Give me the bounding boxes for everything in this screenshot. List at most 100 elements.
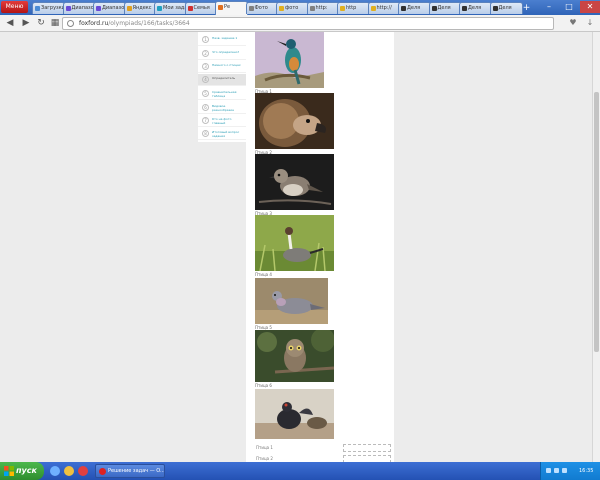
tab-favicon: [279, 6, 284, 11]
sidebar-task-1[interactable]: 1 Назв. задание 1: [198, 34, 246, 46]
tab-favicon: [431, 6, 437, 11]
tab-11[interactable]: http: [337, 2, 370, 14]
answer-label-1: Птица 1: [256, 445, 273, 450]
tab-1[interactable]: Загрузки: [32, 2, 65, 14]
tab-label: Деля: [407, 5, 421, 11]
tab-7[interactable]: Ре: [215, 1, 248, 15]
tab-favicon: [309, 6, 315, 11]
forward-icon[interactable]: ▶: [20, 17, 32, 29]
browser-window: Меню Загрузки Диапазон Диапазон Яндекс Мои з…: [0, 0, 600, 480]
speed-dial-icon[interactable]: ▦: [49, 17, 61, 29]
bird-photo-5: Птица 5: [255, 278, 328, 330]
tab-favicon: [96, 6, 101, 11]
new-tab-button[interactable]: +: [521, 3, 532, 13]
reload-icon[interactable]: ↻: [35, 17, 47, 29]
sidebar-task-6[interactable]: 6 Видовое разнообразие: [198, 102, 246, 114]
answer-input-1[interactable]: [343, 444, 391, 452]
ie-icon[interactable]: [50, 466, 60, 476]
tab-label: Загрузки: [41, 5, 65, 11]
maximize-icon[interactable]: □: [560, 1, 578, 13]
clock: 16:35: [579, 468, 594, 474]
taskbar-window-label: Решение задач — O...: [108, 468, 165, 474]
tab-label: http:: [315, 5, 328, 11]
tab-label: Деля: [498, 5, 512, 11]
opera-icon[interactable]: [78, 466, 88, 476]
tab-favicon: [462, 6, 467, 11]
bird-photo-1: Птица 1: [255, 32, 324, 94]
bird-photo-3: Птица 3: [255, 154, 334, 216]
tab-13[interactable]: Деля: [398, 2, 431, 14]
heart-icon[interactable]: ♥: [567, 17, 579, 29]
opera-menu-button[interactable]: Меню: [1, 1, 28, 13]
start-label: пуск: [16, 466, 37, 475]
tab-favicon: [126, 6, 132, 11]
tab-8[interactable]: Фото: [245, 2, 279, 14]
network-icon[interactable]: [546, 468, 551, 473]
windows-logo-icon: [4, 466, 14, 476]
tab-label: Яндекс: [132, 5, 152, 11]
system-tray: 16:35: [540, 462, 600, 480]
tab-favicon: [187, 6, 193, 11]
task-label: Немного о птицах: [212, 63, 241, 67]
tab-label: Диапазон: [71, 5, 96, 11]
navigation-bar: ◀ ▶ ↻ ▦ foxford.ru/olympiads/166/tasks/3…: [0, 15, 600, 32]
tab-label: Ре: [224, 4, 231, 10]
taskbar-window-button[interactable]: Решение задач — O...: [95, 464, 165, 478]
taskbar: пуск Решение задач — O... 16:35: [0, 462, 600, 480]
volume-icon[interactable]: [554, 468, 559, 473]
tab-10[interactable]: http:: [306, 2, 340, 14]
task-label: Что определено?: [212, 50, 240, 54]
tab-favicon: [401, 6, 406, 11]
bird-photo-4: Птица 4: [255, 215, 334, 277]
bird-caption-4: Птица 4: [255, 272, 272, 277]
start-button[interactable]: пуск: [0, 462, 44, 480]
sidebar-task-2[interactable]: 2 Что определено?: [198, 48, 246, 60]
sidebar-task-8[interactable]: 8 Итоговый вопрос задания: [198, 128, 246, 140]
tab-favicon: [35, 6, 40, 11]
globe-icon: [67, 20, 74, 27]
page-viewport: 1 Назв. задание 1 2 Что определено? 3 Немного…: [0, 32, 592, 462]
scrollbar-thumb[interactable]: [594, 92, 599, 352]
url-host: foxford.ru: [79, 20, 109, 27]
sidebar-task-3[interactable]: 3 Немного о птицах: [198, 61, 246, 73]
tab-16[interactable]: Деля: [489, 2, 523, 14]
tab-9[interactable]: фото: [276, 2, 309, 14]
download-icon[interactable]: ↓: [584, 17, 596, 29]
task-number: 5: [202, 90, 209, 97]
task-label: Сравнительная таблица: [212, 90, 237, 98]
tab-strip: Меню Загрузки Диапазон Диапазон Яндекс Мои з…: [0, 0, 600, 15]
tab-favicon: [370, 6, 376, 11]
tab-label: Деля: [468, 5, 482, 11]
task-number: 2: [202, 50, 209, 57]
sidebar-task-7[interactable]: 7 Кто на фото главный: [198, 115, 246, 127]
address-field[interactable]: foxford.ru/olympiads/166/tasks/3664: [62, 17, 554, 30]
task-number: 8: [202, 130, 209, 137]
page-scrollbar[interactable]: [592, 32, 600, 462]
tab-5[interactable]: Мои задачи: [154, 2, 187, 14]
tab-15[interactable]: Деля: [459, 2, 492, 14]
tab-favicon: [157, 6, 162, 11]
bird-photo-6: Птица 6: [255, 330, 334, 388]
tab-4[interactable]: Яндекс: [123, 2, 157, 14]
back-icon[interactable]: ◀: [4, 17, 16, 29]
tab-12[interactable]: http://: [367, 2, 401, 14]
close-icon[interactable]: ✕: [580, 1, 600, 13]
answer-label-2: Птица 2: [256, 456, 273, 461]
minimize-icon[interactable]: –: [540, 1, 558, 13]
task-label: Назв. задание 1: [212, 36, 238, 40]
task-number: 6: [202, 104, 209, 111]
sidebar-task-4[interactable]: 4 Определитель: [198, 74, 246, 86]
folder-icon[interactable]: [64, 466, 74, 476]
tab-3[interactable]: Диапазон: [93, 2, 126, 14]
tab-2[interactable]: Диапазон: [62, 2, 96, 14]
tab-6[interactable]: Семья: [184, 2, 218, 14]
tab-label: фото: [285, 5, 299, 11]
task-number: 3: [202, 63, 209, 70]
sidebar-task-5[interactable]: 5 Сравнительная таблица: [198, 88, 246, 100]
answer-input-2[interactable]: [343, 455, 391, 462]
tab-label: Фото: [254, 5, 268, 11]
task-sidebar: 1 Назв. задание 1 2 Что определено? 3 Немного…: [198, 32, 246, 142]
bird-photo-7: [255, 389, 334, 439]
tab-14[interactable]: Деля: [428, 2, 462, 14]
language-icon[interactable]: [562, 468, 567, 473]
